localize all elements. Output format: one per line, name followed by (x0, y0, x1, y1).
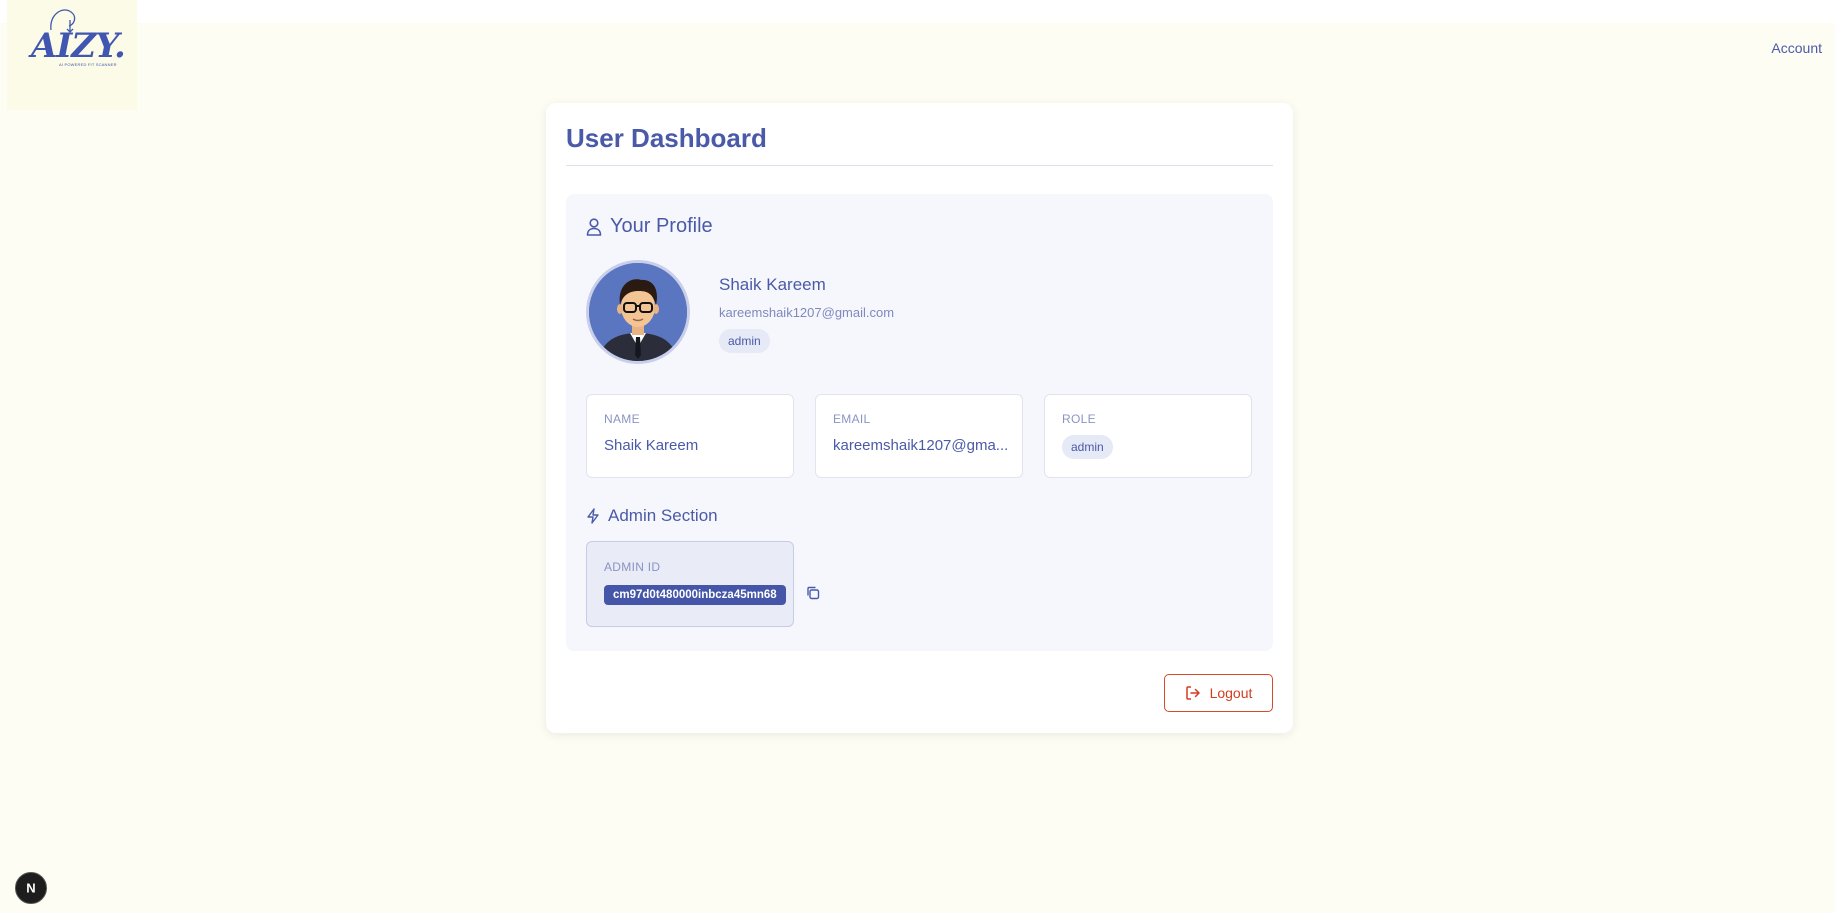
name-info-card: NAME Shaik Kareem (586, 394, 794, 478)
email-value: kareemshaik1207@gma... (833, 437, 1009, 454)
admin-id-card: ADMIN ID cm97d0t480000inbcza45mn68 (586, 541, 794, 627)
admin-id-value: cm97d0t480000inbcza45mn68 (604, 585, 786, 605)
logo-tagline: AI POWERED FIT SCANNER (59, 62, 117, 67)
title-divider (566, 165, 1273, 166)
profile-heading: Your Profile (610, 215, 713, 237)
role-label: ROLE (1062, 412, 1096, 426)
name-label: NAME (604, 412, 640, 426)
top-bar (0, 0, 1835, 23)
profile-role-badge: admin (719, 329, 770, 353)
copy-admin-id-button[interactable] (806, 586, 820, 600)
account-link[interactable]: Account (1771, 40, 1822, 56)
avatar (586, 260, 690, 364)
admin-heading: Admin Section (608, 506, 718, 525)
email-label: EMAIL (833, 412, 871, 426)
email-info-card: EMAIL kareemshaik1207@gma... (815, 394, 1023, 478)
nextjs-icon: N (26, 881, 35, 896)
profile-email: kareemshaik1207@gmail.com (719, 305, 895, 320)
role-pill: admin (1062, 435, 1113, 459)
avatar-illustration (589, 263, 687, 361)
logout-label: Logout (1209, 685, 1253, 701)
profile-panel: Your Profile Shaik Kareem kareemshaik120… (566, 194, 1273, 651)
profile-name: Shaik Kareem (719, 275, 826, 294)
logo-text: AIZY. (31, 26, 126, 66)
brand-logo[interactable]: AIZY. AI POWERED FIT SCANNER (29, 4, 129, 70)
logout-icon (1185, 686, 1200, 700)
copy-icon (807, 586, 820, 600)
dev-tools-badge[interactable]: N (15, 872, 47, 904)
admin-id-label: ADMIN ID (604, 560, 661, 574)
admin-section-header: Admin Section (586, 506, 718, 526)
svg-text:N: N (26, 881, 35, 896)
profile-section-header: Your Profile (586, 215, 713, 238)
page-title: User Dashboard (566, 123, 767, 153)
lightning-icon (587, 508, 599, 524)
role-info-card: ROLE admin (1044, 394, 1252, 478)
user-icon (586, 217, 602, 236)
logo-area[interactable]: AIZY. AI POWERED FIT SCANNER (7, 0, 137, 110)
name-value: Shaik Kareem (604, 437, 699, 454)
dashboard-card: User Dashboard Your Profile Shaik Kareem… (546, 103, 1293, 733)
logout-button[interactable]: Logout (1164, 674, 1273, 712)
role-badge-text: admin (719, 329, 770, 353)
role-pill-text: admin (1062, 435, 1113, 459)
